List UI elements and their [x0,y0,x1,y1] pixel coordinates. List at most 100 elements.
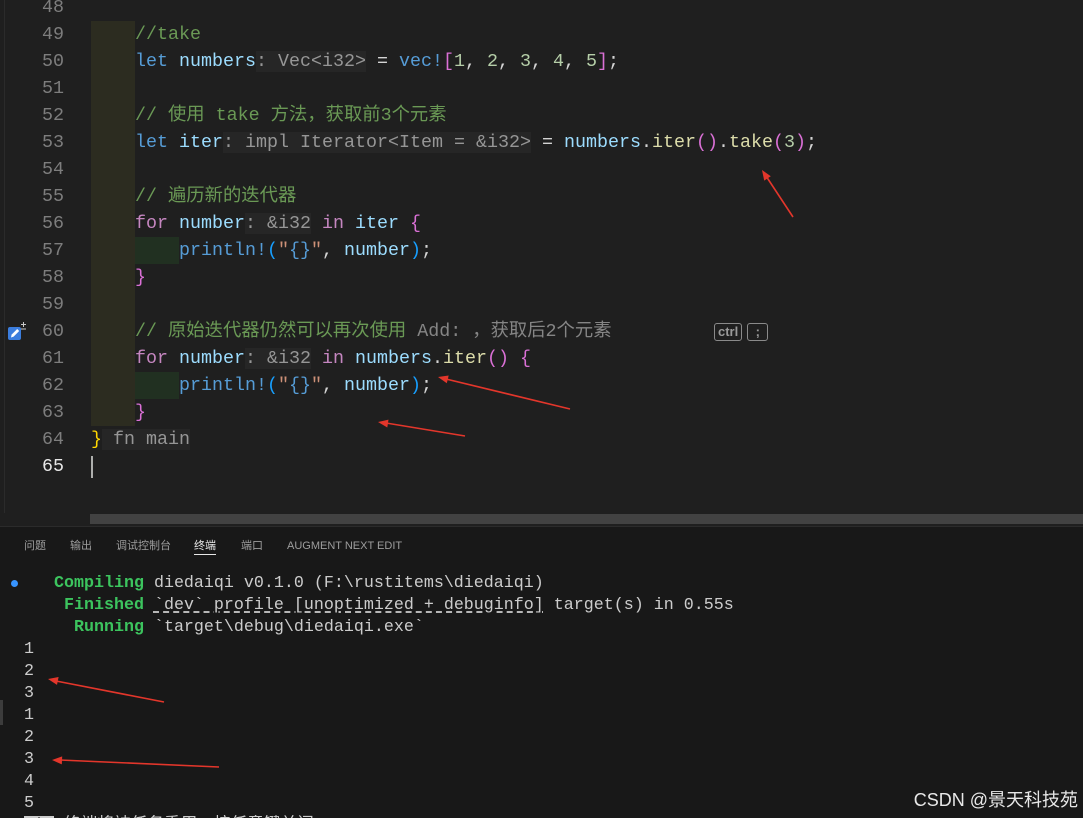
line-number: 59 [42,294,64,315]
code-token: " [277,375,289,396]
tab-augment-next-edit[interactable]: AUGMENT NEXT EDIT [287,539,402,553]
code-token: { [508,348,531,369]
code-line[interactable]: 60// 原始迭代器仍然可以再次使用 Add: ，获取后2个元素 [0,318,1083,345]
code-line[interactable]: 59 [0,291,1083,318]
code-text: println!("{}", number); [91,240,432,261]
terminal-text: `target\debug\diedaiqi.exe` [143,618,424,637]
tab-debug-console[interactable]: 调试控制台 [116,539,171,553]
code-line[interactable]: 58} [0,264,1083,291]
line-number: 58 [42,267,64,288]
tab-ports[interactable]: 端口 [241,539,263,553]
ctrl-key-hint: ctrl [714,323,743,341]
code-token: : Vec<i32> [255,51,366,72]
code-line[interactable]: 50 let numbers: Vec<i32> = vec![1, 2, 3, … [0,48,1083,75]
terminal-output[interactable]: Compiling diedaiqi v0.1.0 (F:\rustitems\… [24,573,734,815]
code-token: numbers [563,132,641,153]
terminal-line: 3 [24,683,734,705]
line-number: 53 [42,132,64,153]
code-token: let [134,132,168,153]
code-text: } fn main [91,429,190,450]
next-edit-key-hints: ctrl ; [714,323,769,341]
code-content: //take [91,21,201,48]
tab-output[interactable]: 输出 [70,539,92,553]
code-line[interactable]: 49 //take [0,21,1083,48]
code-token: // 遍历新的迭代器 [134,186,297,207]
code-line[interactable]: 52 // 使用 take 方法，获取前3个元素 [0,102,1083,129]
code-content: let iter: impl Iterator<Item = &i32> = n… [91,129,817,156]
code-token: number [167,348,245,369]
code-text: // 原始迭代器仍然可以再次使用 Add: ，获取后2个元素 [91,321,612,342]
text-cursor [91,456,93,478]
code-token: number [343,240,410,261]
next-edit-icon[interactable] [8,322,27,341]
panel-sash[interactable] [0,700,3,725]
code-token: ) [409,375,421,396]
line-number: 64 [42,429,64,450]
terminal-text: 1 [24,706,34,725]
code-token: , [321,375,344,396]
code-token: : impl Iterator<Item = &i32> [222,132,531,153]
code-text: for number: &i32 in iter { [91,213,421,234]
line-number: 63 [42,402,64,423]
code-content: let numbers: Vec<i32> = vec![1, 2, 3, 4,… [91,48,619,75]
code-token: ; [420,375,432,396]
bottom-panel: 问题 输出 调试控制台 终端 端口 AUGMENT NEXT EDIT Comp… [0,526,1083,818]
watermark: CSDN @景天科技苑 [913,790,1078,810]
code-line[interactable]: 57 println!("{}", number); [0,237,1083,264]
code-text: for number: &i32 in numbers.iter() { [91,348,531,369]
code-line[interactable]: 55 // 遍历新的迭代器 [0,183,1083,210]
code-line[interactable]: 64 } fn main [0,426,1083,453]
terminal-text: Finished [24,596,144,615]
terminal-text: 1 [24,640,34,659]
horizontal-scrollbar[interactable] [90,514,1083,524]
code-line[interactable]: 62 println!("{}", number); [0,372,1083,399]
code-text: // 遍历新的迭代器 [91,186,296,207]
code-token: " [277,240,289,261]
code-line[interactable]: 54 [0,156,1083,183]
code-token: = [530,132,564,153]
code-token: , [464,51,487,72]
code-token: {} [288,240,311,261]
code-token: 4 [552,51,564,72]
code-lines[interactable]: 48 49//take 50 let numbers: Vec<i32> = vec!… [0,0,1083,480]
code-content [91,75,135,102]
code-line[interactable]: 48 [0,0,1083,21]
code-token: , [497,51,520,72]
line-number: 51 [42,78,64,99]
code-token: iter [651,132,696,153]
code-line[interactable]: 53 let iter: impl Iterator<Item = &i32> =… [0,129,1083,156]
code-token: iter [442,348,487,369]
code-token: //take [134,24,201,45]
terminal-link[interactable]: `dev` profile [unoptimized + debuginfo] [154,596,544,615]
terminal-text: 2 [24,662,34,681]
code-token: 2 [486,51,498,72]
tab-problems[interactable]: 问题 [24,539,46,553]
line-number: 61 [42,348,64,369]
code-token: let [134,51,168,72]
terminal-text: 5 [24,794,34,813]
code-editor[interactable]: 48 49//take 50 let numbers: Vec<i32> = vec!… [0,0,1083,526]
code-line[interactable]: 51 [0,75,1083,102]
code-token: for [134,213,168,234]
code-token: in [310,213,344,234]
code-content: } [91,264,146,291]
code-line[interactable]: 65 [0,453,1083,480]
line-number: 56 [42,213,64,234]
tab-terminal[interactable]: 终端 [194,539,216,555]
code-line[interactable]: 61 for number: &i32 in numbers.iter() { [0,345,1083,372]
terminal-text: target(s) in 0.55s [543,596,734,615]
terminal-line: 1 [24,705,734,727]
code-token: ) [497,348,509,369]
code-token: iter [167,132,223,153]
code-token: 5 [585,51,597,72]
code-token: ( [772,132,784,153]
terminal-line: Running `target\debug\diedaiqi.exe` [24,617,734,639]
code-line[interactable]: 63} [0,399,1083,426]
code-content: // 遍历新的迭代器 [91,183,296,210]
terminal-line: 3 [24,749,734,771]
command-success-dot-icon[interactable] [11,580,18,587]
code-line[interactable]: 56 for number: &i32 in iter { [0,210,1083,237]
